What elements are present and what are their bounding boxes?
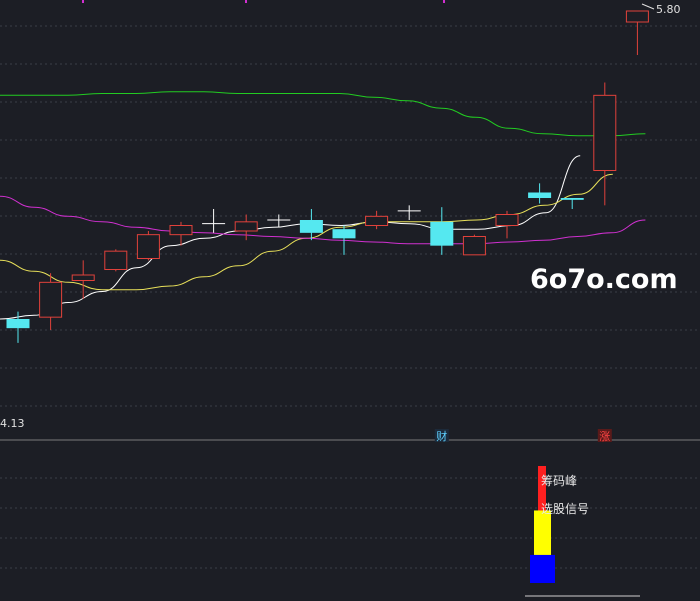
candle-body [528,192,552,198]
stock-chart: 4.13 5.80 6o7o.com 财 涨 筹码峰 选股信号 [0,0,700,601]
candle-body [495,214,519,226]
event-marker: 财 [434,429,449,443]
candle-body [365,215,389,226]
high-price-label: 5.80 [656,3,681,16]
candle-body [39,281,63,318]
candle-body [169,225,193,236]
candle-body [625,10,649,23]
candle-body [71,274,95,281]
legend-chip-peak: 筹码峰 [541,474,577,488]
candle-body [299,220,323,233]
candle-body [136,234,160,260]
candle [104,249,128,272]
candle-body [462,236,486,256]
candle-body [6,319,30,329]
candle [136,231,160,261]
candle-body [104,250,128,271]
low-price-label: 4.13 [0,417,25,430]
candle-body [430,221,454,246]
candle-body [560,198,584,200]
event-marker-label: 涨 [599,430,610,443]
chart-background [0,0,700,601]
candle-body [234,221,258,232]
indicator-bar [530,554,555,583]
candle [462,234,486,256]
event-marker: 涨 [597,429,612,443]
legend-stock-signal: 选股信号 [541,502,589,516]
event-marker-label: 财 [436,429,447,443]
watermark: 6o7o.com [530,264,678,295]
candle-body [332,229,356,239]
candle-body [593,94,617,171]
